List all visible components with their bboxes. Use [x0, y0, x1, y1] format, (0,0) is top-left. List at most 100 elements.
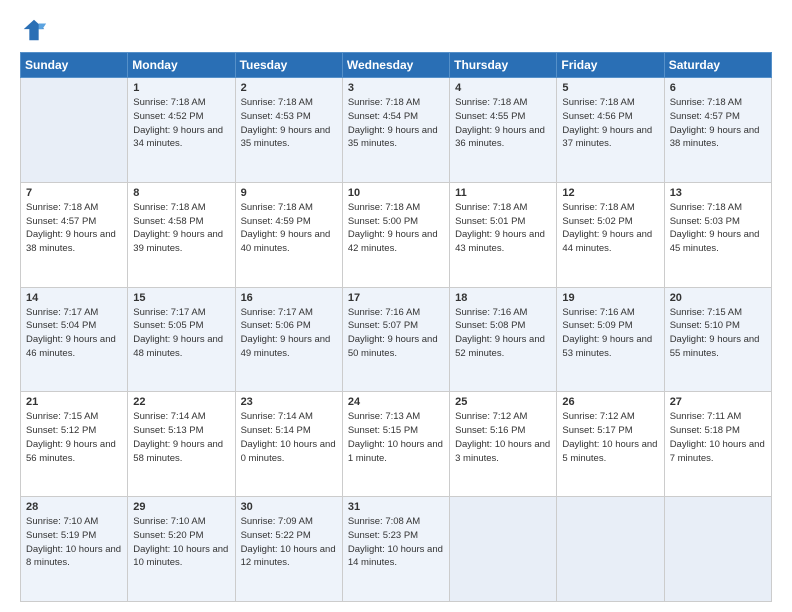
calendar-cell: 6 Sunrise: 7:18 AMSunset: 4:57 PMDaylight… — [664, 78, 771, 183]
calendar-cell: 2 Sunrise: 7:18 AMSunset: 4:53 PMDaylight… — [235, 78, 342, 183]
header — [20, 16, 772, 44]
day-number: 28 — [26, 501, 122, 513]
logo-icon — [20, 16, 48, 44]
calendar-cell: 28 Sunrise: 7:10 AMSunset: 5:19 PMDayligh… — [21, 497, 128, 602]
day-info: Sunrise: 7:18 AMSunset: 5:00 PMDaylight:… — [348, 201, 444, 256]
day-number: 10 — [348, 187, 444, 199]
calendar-cell — [557, 497, 664, 602]
day-number: 9 — [241, 187, 337, 199]
day-number: 30 — [241, 501, 337, 513]
day-number: 19 — [562, 292, 658, 304]
day-info: Sunrise: 7:17 AMSunset: 5:06 PMDaylight:… — [241, 306, 337, 361]
calendar-cell: 19 Sunrise: 7:16 AMSunset: 5:09 PMDayligh… — [557, 287, 664, 392]
day-info: Sunrise: 7:13 AMSunset: 5:15 PMDaylight:… — [348, 410, 444, 465]
weekday-header-saturday: Saturday — [664, 53, 771, 78]
weekday-header-sunday: Sunday — [21, 53, 128, 78]
day-info: Sunrise: 7:16 AMSunset: 5:07 PMDaylight:… — [348, 306, 444, 361]
calendar-cell: 20Sunrise: 7:15 AMSunset: 5:10 PMDayligh… — [664, 287, 771, 392]
day-number: 18 — [455, 292, 551, 304]
day-info: Sunrise: 7:10 AMSunset: 5:20 PMDaylight:… — [133, 515, 229, 570]
calendar-cell: 16 Sunrise: 7:17 AMSunset: 5:06 PMDayligh… — [235, 287, 342, 392]
day-info: Sunrise: 7:10 AMSunset: 5:19 PMDaylight:… — [26, 515, 122, 570]
day-info: Sunrise: 7:16 AMSunset: 5:09 PMDaylight:… — [562, 306, 658, 361]
day-info: Sunrise: 7:18 AMSunset: 4:58 PMDaylight:… — [133, 201, 229, 256]
day-info: Sunrise: 7:18 AMSunset: 5:02 PMDaylight:… — [562, 201, 658, 256]
calendar-cell: 11 Sunrise: 7:18 AMSunset: 5:01 PMDayligh… — [450, 182, 557, 287]
calendar-cell: 14 Sunrise: 7:17 AMSunset: 5:04 PMDayligh… — [21, 287, 128, 392]
day-info: Sunrise: 7:18 AMSunset: 5:03 PMDaylight:… — [670, 201, 766, 256]
day-info: Sunrise: 7:18 AMSunset: 4:53 PMDaylight:… — [241, 96, 337, 151]
day-info: Sunrise: 7:12 AMSunset: 5:16 PMDaylight:… — [455, 410, 551, 465]
day-number: 3 — [348, 82, 444, 94]
calendar-cell: 10 Sunrise: 7:18 AMSunset: 5:00 PMDayligh… — [342, 182, 449, 287]
day-number: 13 — [670, 187, 766, 199]
day-number: 5 — [562, 82, 658, 94]
weekday-header-wednesday: Wednesday — [342, 53, 449, 78]
calendar-cell — [21, 78, 128, 183]
day-number: 26 — [562, 396, 658, 408]
day-number: 16 — [241, 292, 337, 304]
calendar-cell: 23 Sunrise: 7:14 AMSunset: 5:14 PMDayligh… — [235, 392, 342, 497]
weekday-header-monday: Monday — [128, 53, 235, 78]
day-number: 22 — [133, 396, 229, 408]
day-info: Sunrise: 7:18 AMSunset: 4:57 PMDaylight:… — [670, 96, 766, 151]
weekday-header-thursday: Thursday — [450, 53, 557, 78]
calendar-cell: 1 Sunrise: 7:18 AMSunset: 4:52 PMDaylight… — [128, 78, 235, 183]
day-info: Sunrise: 7:14 AMSunset: 5:14 PMDaylight:… — [241, 410, 337, 465]
day-number: 27 — [670, 396, 766, 408]
calendar-cell: 21 Sunrise: 7:15 AMSunset: 5:12 PMDayligh… — [21, 392, 128, 497]
day-number: 25 — [455, 396, 551, 408]
calendar-cell: 30 Sunrise: 7:09 AMSunset: 5:22 PMDayligh… — [235, 497, 342, 602]
calendar-cell: 29Sunrise: 7:10 AMSunset: 5:20 PMDayligh… — [128, 497, 235, 602]
calendar-week-row: 14 Sunrise: 7:17 AMSunset: 5:04 PMDayligh… — [21, 287, 772, 392]
calendar-cell: 31 Sunrise: 7:08 AMSunset: 5:23 PMDayligh… — [342, 497, 449, 602]
day-number: 11 — [455, 187, 551, 199]
day-info: Sunrise: 7:18 AMSunset: 5:01 PMDaylight:… — [455, 201, 551, 256]
day-number: 14 — [26, 292, 122, 304]
calendar-cell: 9 Sunrise: 7:18 AMSunset: 4:59 PMDaylight… — [235, 182, 342, 287]
day-info: Sunrise: 7:08 AMSunset: 5:23 PMDaylight:… — [348, 515, 444, 570]
day-info: Sunrise: 7:14 AMSunset: 5:13 PMDaylight:… — [133, 410, 229, 465]
day-info: Sunrise: 7:18 AMSunset: 4:52 PMDaylight:… — [133, 96, 229, 151]
weekday-header-friday: Friday — [557, 53, 664, 78]
calendar-cell — [450, 497, 557, 602]
page: SundayMondayTuesdayWednesdayThursdayFrid… — [0, 0, 792, 612]
day-info: Sunrise: 7:09 AMSunset: 5:22 PMDaylight:… — [241, 515, 337, 570]
day-info: Sunrise: 7:16 AMSunset: 5:08 PMDaylight:… — [455, 306, 551, 361]
calendar-cell: 24 Sunrise: 7:13 AMSunset: 5:15 PMDayligh… — [342, 392, 449, 497]
calendar-week-row: 28 Sunrise: 7:10 AMSunset: 5:19 PMDayligh… — [21, 497, 772, 602]
day-info: Sunrise: 7:17 AMSunset: 5:04 PMDaylight:… — [26, 306, 122, 361]
day-number: 2 — [241, 82, 337, 94]
calendar-cell: 7Sunrise: 7:18 AMSunset: 4:57 PMDaylight… — [21, 182, 128, 287]
day-number: 12 — [562, 187, 658, 199]
day-info: Sunrise: 7:15 AMSunset: 5:12 PMDaylight:… — [26, 410, 122, 465]
weekday-header-tuesday: Tuesday — [235, 53, 342, 78]
day-number: 6 — [670, 82, 766, 94]
day-number: 8 — [133, 187, 229, 199]
calendar-cell: 25 Sunrise: 7:12 AMSunset: 5:16 PMDayligh… — [450, 392, 557, 497]
day-info: Sunrise: 7:11 AMSunset: 5:18 PMDaylight:… — [670, 410, 766, 465]
day-info: Sunrise: 7:18 AMSunset: 4:56 PMDaylight:… — [562, 96, 658, 151]
day-number: 7 — [26, 187, 122, 199]
calendar-cell: 4 Sunrise: 7:18 AMSunset: 4:55 PMDaylight… — [450, 78, 557, 183]
calendar-cell: 27 Sunrise: 7:11 AMSunset: 5:18 PMDayligh… — [664, 392, 771, 497]
calendar-cell: 5 Sunrise: 7:18 AMSunset: 4:56 PMDaylight… — [557, 78, 664, 183]
day-number: 17 — [348, 292, 444, 304]
day-info: Sunrise: 7:12 AMSunset: 5:17 PMDaylight:… — [562, 410, 658, 465]
calendar-cell: 17 Sunrise: 7:16 AMSunset: 5:07 PMDayligh… — [342, 287, 449, 392]
day-number: 24 — [348, 396, 444, 408]
day-number: 31 — [348, 501, 444, 513]
calendar-week-row: 21 Sunrise: 7:15 AMSunset: 5:12 PMDayligh… — [21, 392, 772, 497]
day-number: 4 — [455, 82, 551, 94]
day-number: 1 — [133, 82, 229, 94]
day-number: 21 — [26, 396, 122, 408]
day-info: Sunrise: 7:18 AMSunset: 4:54 PMDaylight:… — [348, 96, 444, 151]
calendar-cell: 26 Sunrise: 7:12 AMSunset: 5:17 PMDayligh… — [557, 392, 664, 497]
day-info: Sunrise: 7:18 AMSunset: 4:59 PMDaylight:… — [241, 201, 337, 256]
day-info: Sunrise: 7:17 AMSunset: 5:05 PMDaylight:… — [133, 306, 229, 361]
day-number: 23 — [241, 396, 337, 408]
day-info: Sunrise: 7:18 AMSunset: 4:55 PMDaylight:… — [455, 96, 551, 151]
calendar-cell: 8 Sunrise: 7:18 AMSunset: 4:58 PMDaylight… — [128, 182, 235, 287]
calendar-cell: 15Sunrise: 7:17 AMSunset: 5:05 PMDayligh… — [128, 287, 235, 392]
calendar-cell: 13 Sunrise: 7:18 AMSunset: 5:03 PMDayligh… — [664, 182, 771, 287]
